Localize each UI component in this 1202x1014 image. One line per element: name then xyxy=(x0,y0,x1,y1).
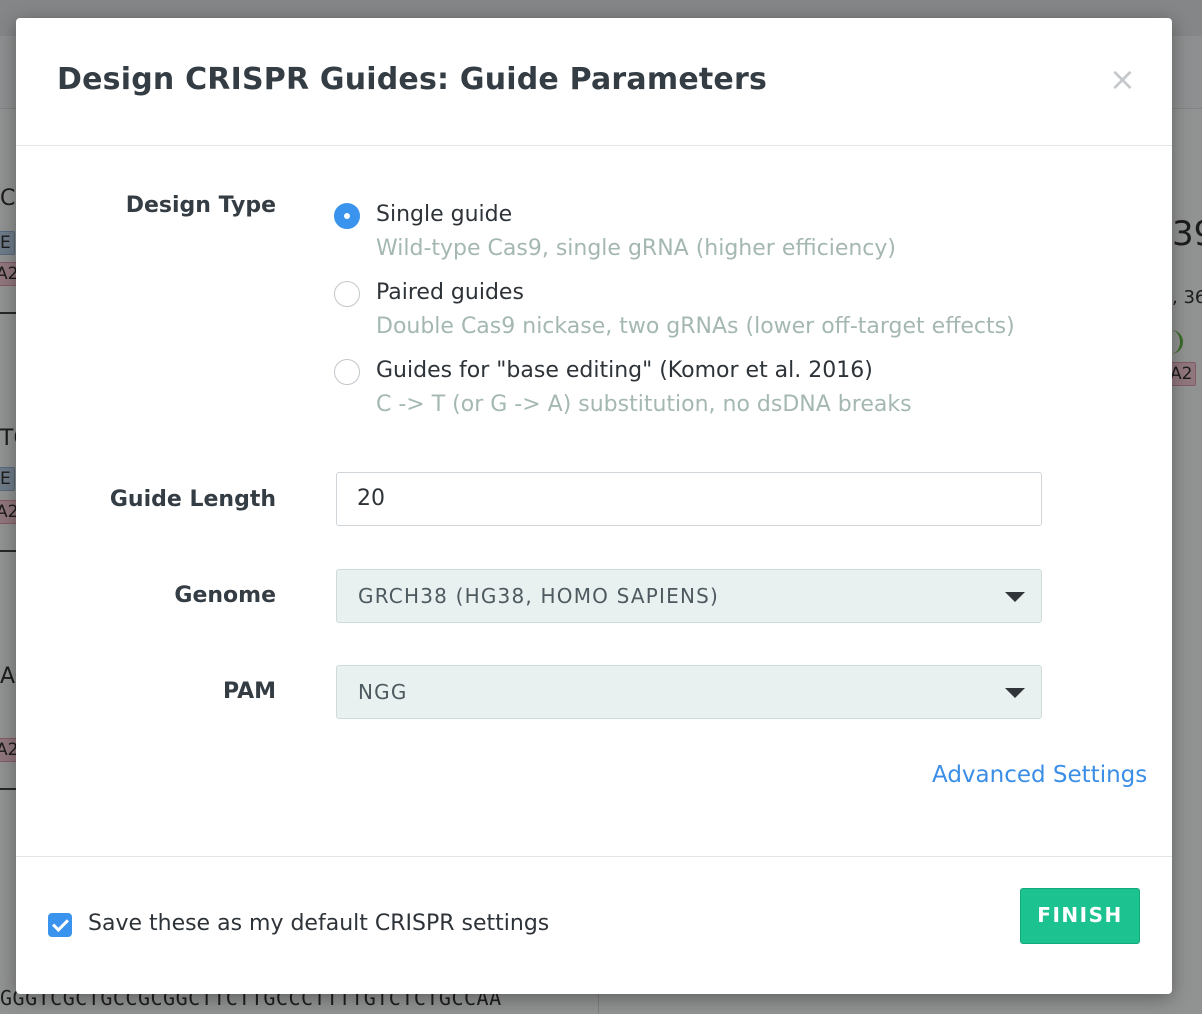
modal-title: Design CRISPR Guides: Guide Parameters xyxy=(57,62,768,97)
radio-paired-guides[interactable] xyxy=(334,281,360,307)
modal-footer-divider xyxy=(16,856,1172,857)
pam-select[interactable]: NGG xyxy=(336,665,1042,719)
radio-base-editing[interactable] xyxy=(334,359,360,385)
save-default-label[interactable]: Save these as my default CRISPR settings xyxy=(88,911,549,936)
option-base-editing-title[interactable]: Guides for "base editing" (Komor et al. … xyxy=(376,358,873,383)
design-type-label: Design Type xyxy=(125,193,276,218)
option-single-guide-description: Wild-type Cas9, single gRNA (higher effi… xyxy=(376,236,897,261)
option-single-guide-title[interactable]: Single guide xyxy=(376,202,512,227)
finish-button[interactable]: FINISH xyxy=(1020,888,1140,944)
option-paired-guides-title[interactable]: Paired guides xyxy=(376,280,524,305)
save-default-checkbox[interactable] xyxy=(48,913,72,937)
guide-length-input[interactable]: 20 xyxy=(336,472,1042,526)
option-paired-guides-description: Double Cas9 nickase, two gRNAs (lower of… xyxy=(376,314,1015,339)
genome-label: Genome xyxy=(174,583,276,608)
genome-select-value: GRCH38 (HG38, HOMO SAPIENS) xyxy=(358,584,720,608)
close-icon[interactable]: × xyxy=(1109,62,1136,96)
modal-header: Design CRISPR Guides: Guide Parameters × xyxy=(16,18,1172,146)
guide-length-label: Guide Length xyxy=(109,487,276,512)
chevron-down-icon xyxy=(1005,688,1025,698)
chevron-down-icon xyxy=(1005,592,1025,602)
advanced-settings-link[interactable]: Advanced Settings xyxy=(932,762,1147,788)
pam-label: PAM xyxy=(222,679,276,704)
radio-single-guide[interactable] xyxy=(334,203,360,229)
option-base-editing-description: C -> T (or G -> A) substitution, no dsDN… xyxy=(376,392,912,417)
pam-select-value: NGG xyxy=(358,680,408,704)
genome-select[interactable]: GRCH38 (HG38, HOMO SAPIENS) xyxy=(336,569,1042,623)
design-crispr-modal: Design CRISPR Guides: Guide Parameters ×… xyxy=(16,18,1172,994)
